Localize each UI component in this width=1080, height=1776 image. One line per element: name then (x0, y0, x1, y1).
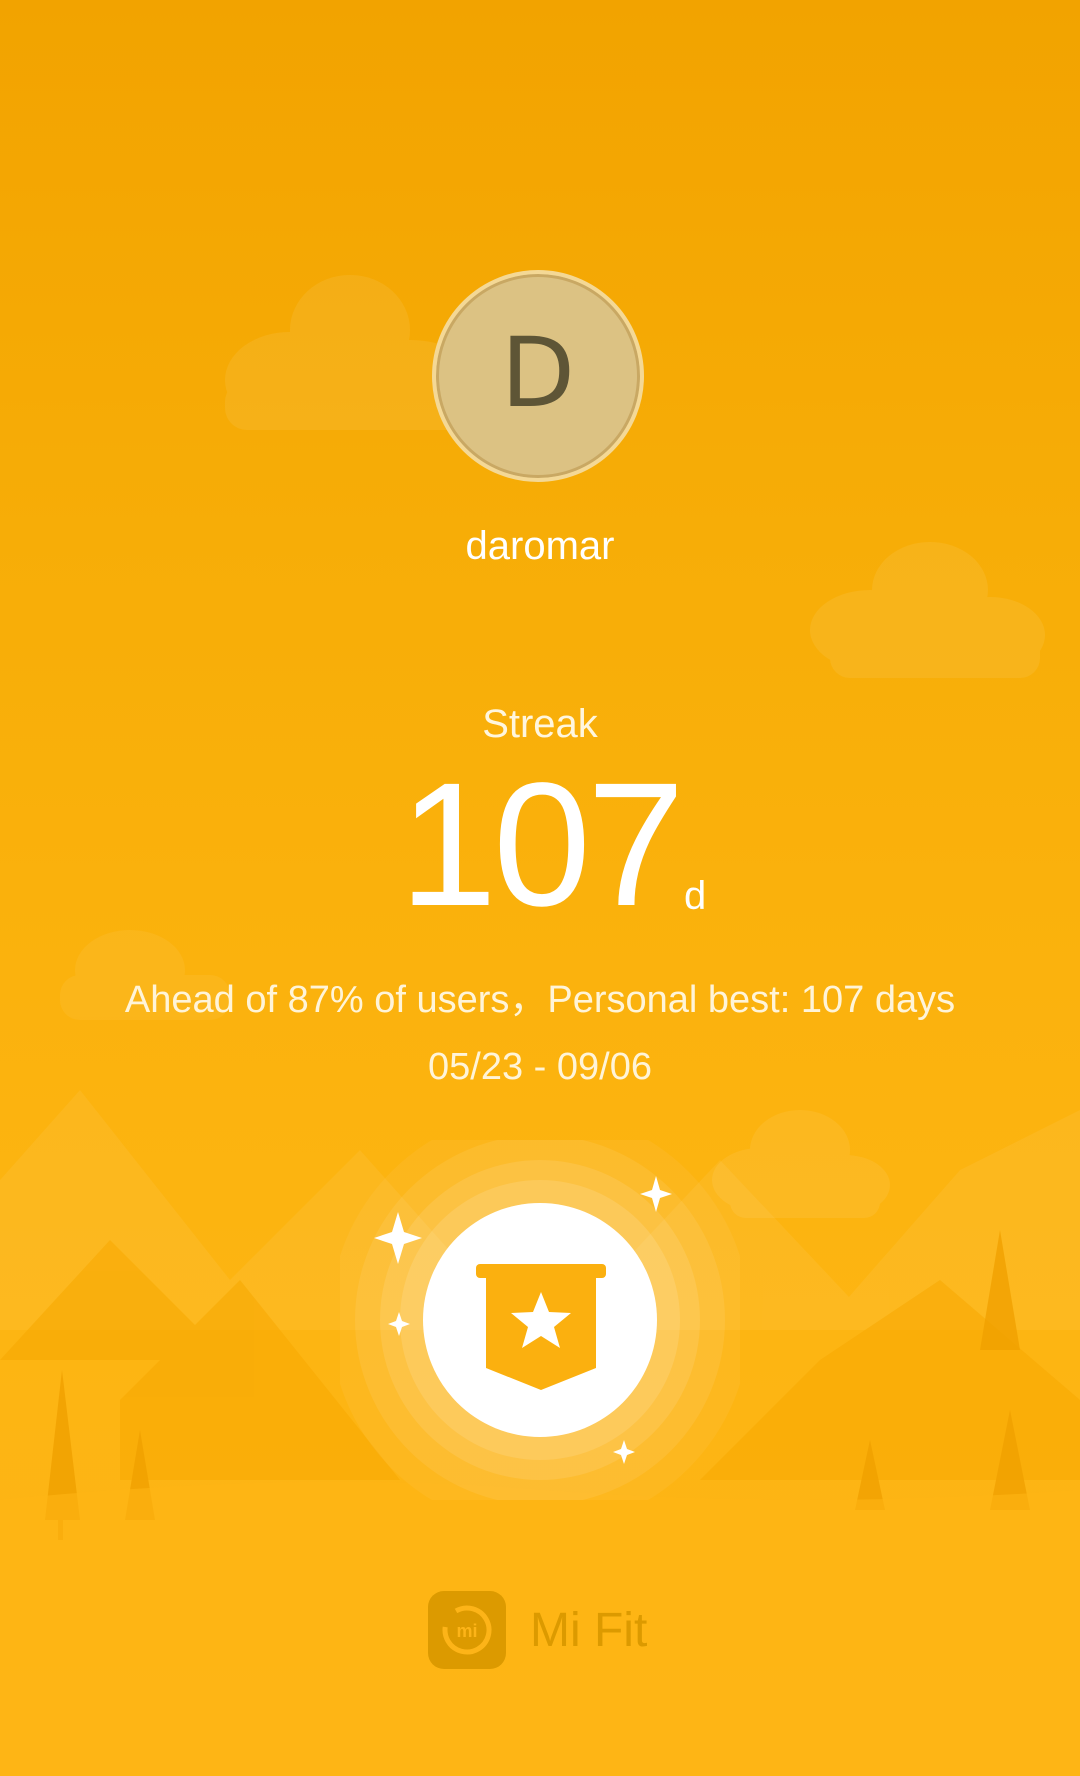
streak-unit: d (684, 874, 707, 918)
streak-value: 107 (399, 747, 685, 943)
brand-footer: mi Mi Fit (428, 1590, 647, 1670)
streak-label: Streak (482, 702, 598, 746)
username: daromar (465, 524, 615, 568)
streak-value-row: 107 d (0, 747, 1080, 943)
brand-name: Mi Fit (530, 1603, 648, 1657)
streak-summary: Ahead of 87% of users，Personal best: 107… (124, 979, 956, 1021)
avatar-initial: D (501, 317, 575, 429)
mi-logo-text: mi (456, 1621, 477, 1641)
mi-logo-icon: mi (428, 1591, 506, 1669)
streak-badge[interactable] (330, 1110, 750, 1530)
banner-star-icon (476, 1264, 606, 1390)
streak-date-range: 05/23 - 09/06 (428, 1046, 652, 1088)
avatar[interactable]: D (432, 270, 644, 482)
